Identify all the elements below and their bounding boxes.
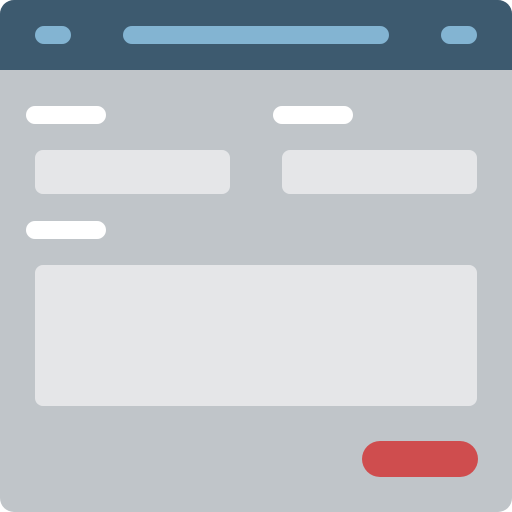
field-label-1: [26, 106, 106, 124]
text-field-1[interactable]: [35, 150, 230, 194]
text-field-2[interactable]: [282, 150, 477, 194]
submit-button[interactable]: [362, 441, 478, 477]
field-label-3: [26, 221, 106, 239]
field-label-2: [273, 106, 353, 124]
title-bar-left-control[interactable]: [35, 26, 71, 44]
app-window: [0, 0, 512, 512]
title-bar-address[interactable]: [123, 26, 389, 44]
title-bar: [0, 0, 512, 70]
title-bar-right-control[interactable]: [441, 26, 477, 44]
message-textarea[interactable]: [35, 265, 477, 406]
